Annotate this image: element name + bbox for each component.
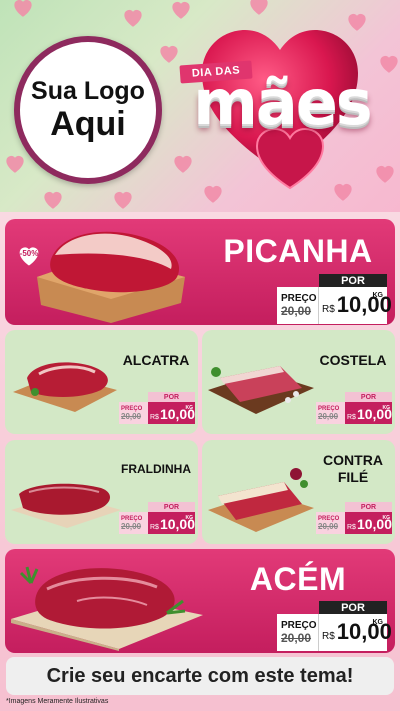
product-name: FRALDINHA [121,462,191,476]
disclaimer-text: *Imagens Meramente Ilustrativas [6,698,109,705]
por-label: POR [319,274,387,287]
contra-file-image [204,462,318,534]
logo-text: Sua Logo [31,76,145,105]
new-price-box: R$ 10,00 KG [319,614,392,651]
unit-label: KG [185,515,194,521]
product-card-contra-file[interactable]: CONTRA FILÉ POR PREÇO 20,00 R$ 10,00 KG [202,440,395,544]
product-card-alcatra[interactable]: ALCATRA POR PREÇO 20,00 R$ 10,00 KG [5,330,198,434]
price-value: 10,00 [336,292,392,317]
unit-label: KG [185,405,194,411]
product-name-line: FILÉ [337,468,369,485]
old-price: 20,00 [281,304,312,318]
heart-icon [330,178,356,204]
new-price-box: R$ 10,00 KG [148,402,195,424]
old-price: 20,00 [281,631,312,645]
old-price-box: PREÇO 20,00 [277,287,319,324]
heart-icon [156,40,182,66]
fraldinha-image [9,466,123,530]
logo-placeholder: Sua Logo Aqui [14,36,162,184]
por-label: POR [148,392,195,402]
cta-banner[interactable]: Crie seu encarte com este tema! [6,657,394,695]
header-banner: Sua Logo Aqui mães DIA DAS [0,0,400,212]
product-name: ACÉM [249,561,347,597]
heart-icon [40,186,66,212]
product-name: ALCATRA [122,352,190,368]
old-price: 20,00 [121,411,142,421]
old-price: 20,00 [318,521,339,531]
unit-label: KG [372,292,384,299]
logo-text: Aqui [50,104,126,143]
price-tag: POR PREÇO 20,00 R$ 10,00 KG [119,392,195,424]
heart-icon [372,160,398,186]
new-price-box: R$ 10,00 KG [345,402,392,424]
new-price-box: R$ 10,00 KG [345,512,392,534]
product-name: CONTRA FILÉ [316,452,390,486]
price-tag: POR PREÇO 20,00 R$ 10,00 KG [277,601,392,651]
acem-image [7,553,207,651]
por-label: POR [319,601,387,614]
product-card-acem[interactable]: ACÉM POR PREÇO 20,00 R$ 10,00 KG [5,549,395,653]
price-value: 10,00 [336,619,392,644]
preco-label: PREÇO [281,620,317,631]
heart-icon [168,0,194,22]
product-name-line: CONTRA [323,452,383,468]
heart-icon [200,180,226,206]
picanha-image [31,225,191,323]
currency: R$ [322,304,335,315]
product-name: PICANHA [223,233,373,269]
currency: R$ [322,631,335,642]
product-card-fraldinha[interactable]: FRALDINHA POR PREÇO 20,00 R$ 10,00 KG [5,440,198,544]
currency: R$ [347,524,356,531]
heart-icon [170,150,196,176]
preco-label: PREÇO [281,293,317,304]
product-card-picanha[interactable]: -50% PICANHA POR PREÇO 20,00 R$ 10,00 KG [5,219,395,325]
product-card-costela[interactable]: COSTELA POR PREÇO 20,00 R$ 10,00 KG [202,330,395,434]
costela-image [204,348,318,420]
heart-icon [246,0,272,18]
heart-icon [110,186,136,212]
new-price-box: R$ 10,00 KG [148,512,195,534]
old-price-box: PREÇO 20,00 [119,402,148,424]
unit-label: KG [372,619,384,626]
old-price-box: PREÇO 20,00 [316,402,345,424]
currency: R$ [150,524,159,531]
old-price-box: PREÇO 20,00 [277,614,319,651]
price-tag: POR PREÇO 20,00 R$ 10,00 KG [316,392,392,424]
old-price-box: PREÇO 20,00 [316,512,345,534]
old-price: 20,00 [121,521,142,531]
unit-label: KG [382,515,391,521]
old-price: 20,00 [318,411,339,421]
price-tag: POR PREÇO 20,00 R$ 10,00 KG [316,502,392,534]
unit-label: KG [382,405,391,411]
new-price-box: R$ 10,00 KG [319,287,392,324]
por-label: POR [345,392,392,402]
currency: R$ [347,414,356,421]
old-price-box: PREÇO 20,00 [119,512,148,534]
price-tag: POR PREÇO 20,00 R$ 10,00 KG [119,502,195,534]
currency: R$ [150,414,159,421]
alcatra-image [9,348,121,414]
heart-icon [120,4,146,30]
por-label: POR [345,502,392,512]
heart-icon [10,0,36,20]
price-tag: POR PREÇO 20,00 R$ 10,00 KG [277,274,392,324]
por-label: POR [148,502,195,512]
product-name: COSTELA [319,352,387,368]
heart-icon [2,150,28,176]
